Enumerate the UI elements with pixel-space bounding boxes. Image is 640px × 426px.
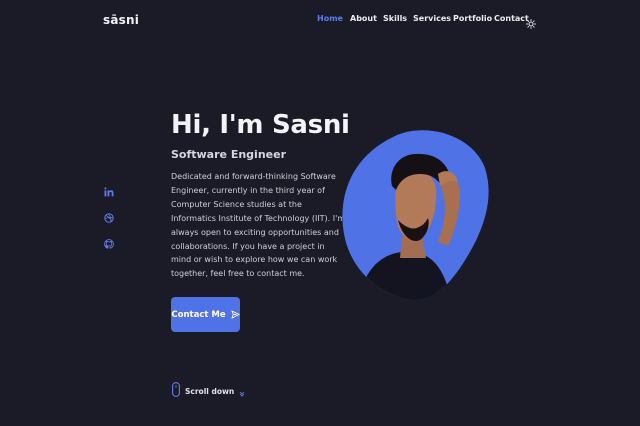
contact-me-button[interactable]: Contact Me: [171, 297, 240, 332]
main-nav: Home About Skills Services Portfolio Con…: [0, 14, 640, 28]
hero-subtitle: Software Engineer: [171, 148, 286, 161]
github-icon[interactable]: [104, 239, 114, 249]
nav-home[interactable]: Home: [317, 14, 343, 23]
nav-contact[interactable]: Contact: [494, 14, 529, 23]
nav-services[interactable]: Services: [413, 14, 451, 23]
linkedin-icon[interactable]: [104, 187, 114, 197]
hero-title: Hi, I'm Sasni: [171, 110, 350, 140]
chevron-down-icon: [239, 382, 245, 401]
dribbble-icon[interactable]: [104, 213, 114, 223]
send-icon: [231, 310, 240, 319]
sun-icon[interactable]: [526, 14, 536, 29]
portfolio-page: sāsni Home About Skills Services Portfol…: [0, 0, 640, 426]
scroll-down-label: Scroll down: [185, 386, 235, 396]
nav-about[interactable]: About: [350, 14, 377, 23]
hero-description: Dedicated and forward-thinking Software …: [171, 172, 346, 279]
contact-me-label: Contact Me: [171, 309, 226, 320]
nav-portfolio[interactable]: Portfolio: [453, 14, 492, 23]
mouse-icon: [172, 381, 180, 401]
profile-photo: [340, 128, 490, 303]
nav-skills[interactable]: Skills: [383, 14, 407, 23]
scroll-down-link[interactable]: Scroll down: [172, 381, 245, 401]
